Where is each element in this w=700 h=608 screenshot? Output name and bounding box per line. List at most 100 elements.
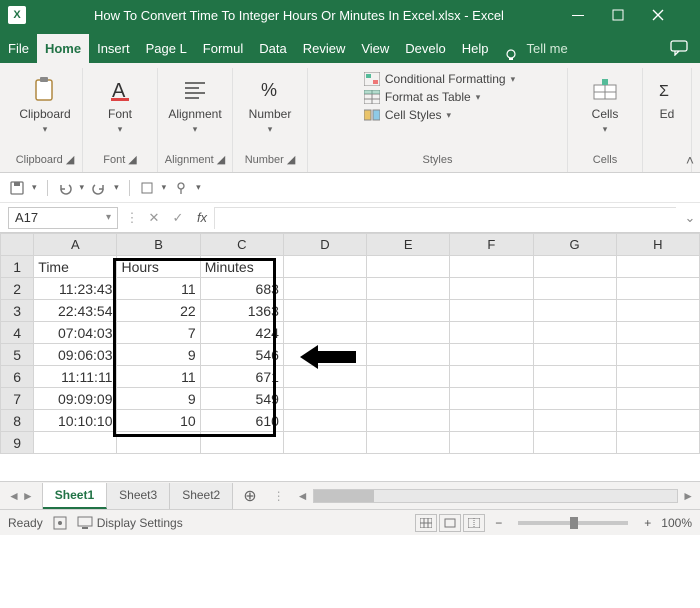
fx-icon[interactable]: fx (190, 210, 214, 225)
cell-C3[interactable]: 1363 (200, 300, 283, 322)
cell-H8[interactable] (616, 410, 699, 432)
cell-F5[interactable] (450, 344, 533, 366)
close-button[interactable] (652, 9, 692, 21)
tab-developer[interactable]: Develo (397, 34, 453, 63)
cell-G6[interactable] (533, 366, 616, 388)
cell-B8[interactable]: 10 (117, 410, 200, 432)
expand-formula-bar-icon[interactable]: ⌄ (680, 210, 700, 226)
tell-me-search[interactable]: Tell me (519, 34, 576, 63)
cell-C8[interactable]: 610 (200, 410, 283, 432)
save-icon[interactable] (10, 181, 24, 195)
cell-E8[interactable] (367, 410, 450, 432)
cell-F4[interactable] (450, 322, 533, 344)
cell-H1[interactable] (616, 256, 699, 278)
cell-B2[interactable]: 11 (117, 278, 200, 300)
sheet-tab-1[interactable]: Sheet1 (43, 483, 107, 509)
name-box-menu[interactable]: ⋮ (122, 210, 142, 226)
cells-button[interactable]: Cells▾ (574, 72, 636, 135)
col-header-E[interactable]: E (367, 234, 450, 256)
cell-G7[interactable] (533, 388, 616, 410)
redo-icon[interactable] (92, 181, 106, 195)
cell-G9[interactable] (533, 432, 616, 454)
horizontal-scrollbar[interactable]: ◄ ► (291, 489, 700, 503)
cell-H2[interactable] (616, 278, 699, 300)
cell-H7[interactable] (616, 388, 699, 410)
cell-C9[interactable] (200, 432, 283, 454)
view-normal-icon[interactable] (415, 514, 437, 532)
tab-home[interactable]: Home (37, 34, 89, 63)
cell-E9[interactable] (367, 432, 450, 454)
sheet-nav-next-icon[interactable]: ► (22, 489, 34, 503)
sheet-nav-prev-icon[interactable]: ◄ (8, 489, 20, 503)
touch-mode-icon[interactable] (174, 181, 188, 195)
cell-A7[interactable]: 09:09:09 (34, 388, 117, 410)
cell-D8[interactable] (283, 410, 366, 432)
row-header-1[interactable]: 1 (1, 256, 34, 278)
cell-C2[interactable]: 683 (200, 278, 283, 300)
row-header-7[interactable]: 7 (1, 388, 34, 410)
maximize-button[interactable] (612, 9, 652, 21)
cell-E7[interactable] (367, 388, 450, 410)
col-header-D[interactable]: D (283, 234, 366, 256)
zoom-slider[interactable] (518, 521, 628, 525)
tab-insert[interactable]: Insert (89, 34, 138, 63)
undo-icon[interactable] (58, 181, 72, 195)
col-header-B[interactable]: B (117, 234, 200, 256)
minimize-button[interactable] (572, 9, 612, 21)
cell-F7[interactable] (450, 388, 533, 410)
cell-D2[interactable] (283, 278, 366, 300)
cell-B7[interactable]: 9 (117, 388, 200, 410)
cell-F3[interactable] (450, 300, 533, 322)
cell-B3[interactable]: 22 (117, 300, 200, 322)
cell-C1[interactable]: Minutes (200, 256, 283, 278)
tab-page-layout[interactable]: Page L (138, 34, 195, 63)
cell-A4[interactable]: 07:04:03 (34, 322, 117, 344)
cell-A5[interactable]: 09:06:03 (34, 344, 117, 366)
cell-G8[interactable] (533, 410, 616, 432)
cell-A8[interactable]: 10:10:10 (34, 410, 117, 432)
view-page-break-icon[interactable] (463, 514, 485, 532)
scroll-thumb[interactable] (314, 490, 374, 502)
tab-file[interactable]: File (0, 34, 37, 63)
collapse-ribbon-icon[interactable]: ˄ (686, 152, 694, 168)
cell-C4[interactable]: 424 (200, 322, 283, 344)
tab-view[interactable]: View (353, 34, 397, 63)
cell-G4[interactable] (533, 322, 616, 344)
row-header-9[interactable]: 9 (1, 432, 34, 454)
col-header-C[interactable]: C (200, 234, 283, 256)
select-all-corner[interactable] (1, 234, 34, 256)
cell-D9[interactable] (283, 432, 366, 454)
cell-E2[interactable] (367, 278, 450, 300)
zoom-out-button[interactable]: − (495, 516, 502, 530)
display-settings-button[interactable]: Display Settings (77, 516, 183, 530)
cell-B9[interactable] (117, 432, 200, 454)
cell-C7[interactable]: 549 (200, 388, 283, 410)
qat-dropdown-icon[interactable]: ▾ (32, 182, 37, 193)
sheet-tab-2[interactable]: Sheet2 (170, 483, 233, 509)
cell-G5[interactable] (533, 344, 616, 366)
cell-E5[interactable] (367, 344, 450, 366)
tab-formulas[interactable]: Formul (195, 34, 251, 63)
cell-B1[interactable]: Hours (117, 256, 200, 278)
new-sheet-button[interactable]: ⊕ (233, 486, 266, 506)
cell-H3[interactable] (616, 300, 699, 322)
scroll-left-icon[interactable]: ◄ (297, 489, 309, 503)
spreadsheet-grid[interactable]: A B C D E F G H 1TimeHoursMinutes211:23:… (0, 233, 700, 481)
cell-C5[interactable]: 546 (200, 344, 283, 366)
font-button[interactable]: A Font▾ (89, 72, 151, 135)
cell-F6[interactable] (450, 366, 533, 388)
cell-styles-button[interactable]: Cell Styles ▾ (364, 108, 515, 122)
cell-E3[interactable] (367, 300, 450, 322)
cell-D3[interactable] (283, 300, 366, 322)
format-as-table-button[interactable]: Format as Table ▾ (364, 90, 515, 104)
cell-A6[interactable]: 11:11:11 (34, 366, 117, 388)
cell-G3[interactable] (533, 300, 616, 322)
cell-A2[interactable]: 11:23:43 (34, 278, 117, 300)
alignment-button[interactable]: Alignment▾ (164, 72, 226, 135)
comments-button[interactable] (658, 33, 700, 63)
cell-B4[interactable]: 7 (117, 322, 200, 344)
cell-B6[interactable]: 11 (117, 366, 200, 388)
editing-button[interactable]: Σ Ed (649, 72, 685, 121)
cell-G2[interactable] (533, 278, 616, 300)
cell-G1[interactable] (533, 256, 616, 278)
